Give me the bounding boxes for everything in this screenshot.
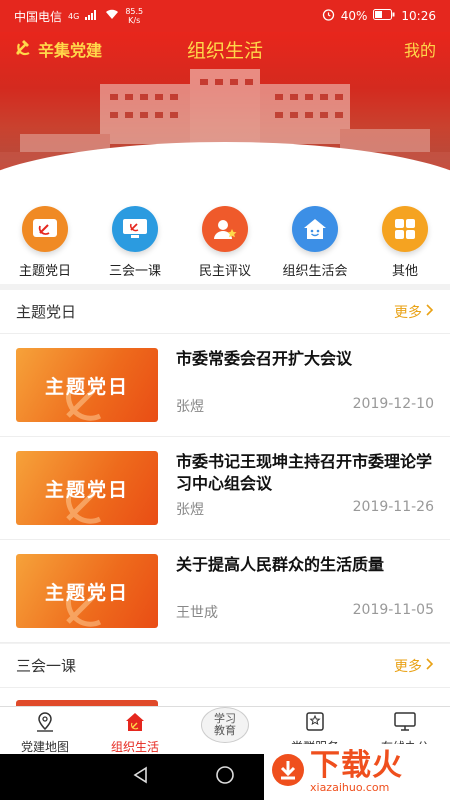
- category-democratic-review[interactable]: 民主评议: [180, 192, 270, 284]
- category-org-meeting[interactable]: 组织生活会: [270, 192, 360, 284]
- thumbnail-text: 主题党日: [44, 581, 129, 604]
- section-title: 主题党日: [16, 303, 77, 321]
- item-author: 张煜: [176, 502, 204, 518]
- clock-time: 10:26: [401, 9, 436, 23]
- monitor-icon: [112, 206, 158, 252]
- item-author: 张煜: [176, 399, 204, 415]
- theme-day-list: 主题党日 市委常委会召开扩大会议 张煜 2019-12-10 主题党日 市委书记…: [0, 334, 450, 643]
- section-theme-day-header: 主题党日 更多: [0, 290, 450, 334]
- star-badge-icon: [304, 711, 326, 736]
- list-item[interactable]: 主题党日 市委书记王现坤主持召开市委理论学习中心组会议 张煜 2019-11-2…: [0, 437, 450, 540]
- home-party-icon: [124, 711, 146, 736]
- carrier-label: 中国电信: [14, 9, 63, 24]
- download-icon: [270, 752, 306, 792]
- battery-percent: 40%: [340, 9, 368, 23]
- item-thumbnail: 主题党日: [16, 348, 158, 422]
- net-speed-value: 85.5: [125, 7, 144, 16]
- item-title: 市委书记王现坤主持召开市委理论学习中心组会议: [176, 452, 433, 493]
- tab-party-map[interactable]: 党建地图: [0, 707, 90, 754]
- category-label: 三会一课: [108, 264, 161, 279]
- category-row: 主题党日 三会一课 民主评议 组织生活会 其他: [0, 192, 450, 284]
- more-label: 更多: [394, 658, 422, 675]
- chevron-right-icon: [426, 303, 434, 320]
- item-thumbnail: 主题党日: [16, 554, 158, 628]
- wifi-icon: [105, 9, 119, 23]
- category-label: 主题党日: [18, 264, 71, 279]
- home-smile-icon: [292, 206, 338, 252]
- map-pin-icon: [34, 711, 56, 736]
- category-three-meetings[interactable]: 三会一课: [90, 192, 180, 284]
- back-icon[interactable]: [132, 766, 150, 788]
- category-other[interactable]: 其他: [360, 192, 450, 284]
- category-label: 组织生活会: [282, 264, 348, 279]
- signal-icon: [85, 9, 99, 23]
- list-item[interactable]: 主题党日 市委常委会召开扩大会议 张煜 2019-12-10: [0, 334, 450, 437]
- network-type: 4G: [68, 11, 80, 21]
- section-title: 三会一课: [16, 657, 77, 675]
- page-title: 组织生活: [186, 39, 263, 62]
- item-title: 关于提高人民群众的生活质量: [176, 555, 385, 574]
- category-label: 民主评议: [198, 264, 251, 279]
- study-line2: 教育: [214, 724, 236, 737]
- item-thumbnail: 主题党日: [16, 451, 158, 525]
- thumbnail-text: 主题党日: [44, 375, 129, 398]
- net-speed: 85.5 K/s: [125, 7, 143, 25]
- section-three-meetings-header: 三会一课 更多: [0, 644, 450, 688]
- party-emblem-icon: [22, 206, 68, 252]
- watermark-logo: 下载火 xiazaihuo.com: [264, 744, 450, 800]
- tab-label: 组织生活: [110, 740, 159, 754]
- more-link[interactable]: 更多: [394, 302, 434, 322]
- chevron-right-icon: [426, 657, 434, 674]
- tab-study[interactable]: 学习 教育: [180, 707, 270, 754]
- user-star-icon: [202, 206, 248, 252]
- more-label: 更多: [394, 304, 422, 321]
- grid-icon: [382, 206, 428, 252]
- top-nav: 辛集党建 组织生活 我的: [0, 32, 450, 66]
- item-date: 2019-11-26: [352, 499, 434, 515]
- watermark-title: 下载火: [310, 748, 403, 783]
- status-bar: 中国电信 4G 85.5 K/s 40% 10:26: [0, 0, 450, 32]
- header-banner: 辛集党建 组织生活 我的: [0, 32, 450, 192]
- tab-label: 党建地图: [20, 740, 69, 754]
- category-theme-day[interactable]: 主题党日: [0, 192, 90, 284]
- item-author: 王世成: [176, 605, 218, 621]
- net-speed-unit: K/s: [128, 16, 141, 25]
- home-icon[interactable]: [215, 765, 235, 789]
- category-label: 其他: [391, 264, 418, 279]
- list-item[interactable]: 主题党日 关于提高人民群众的生活质量 王世成 2019-11-05: [0, 540, 450, 643]
- item-title: 市委常委会召开扩大会议: [176, 349, 353, 368]
- monitor-icon: [393, 711, 417, 736]
- three-meetings-list: [0, 688, 450, 706]
- item-date: 2019-12-10: [352, 396, 434, 412]
- thumbnail-text: 主题党日: [44, 478, 129, 501]
- more-link[interactable]: 更多: [394, 656, 434, 676]
- study-badge: 学习 教育: [201, 707, 249, 743]
- item-date: 2019-11-05: [352, 602, 434, 618]
- watermark-url: xiazaihuo.com: [310, 781, 390, 794]
- battery-icon: [373, 9, 395, 23]
- mine-link[interactable]: 我的: [404, 37, 436, 61]
- alarm-icon: [322, 8, 335, 24]
- tab-org-life[interactable]: 组织生活: [90, 707, 180, 754]
